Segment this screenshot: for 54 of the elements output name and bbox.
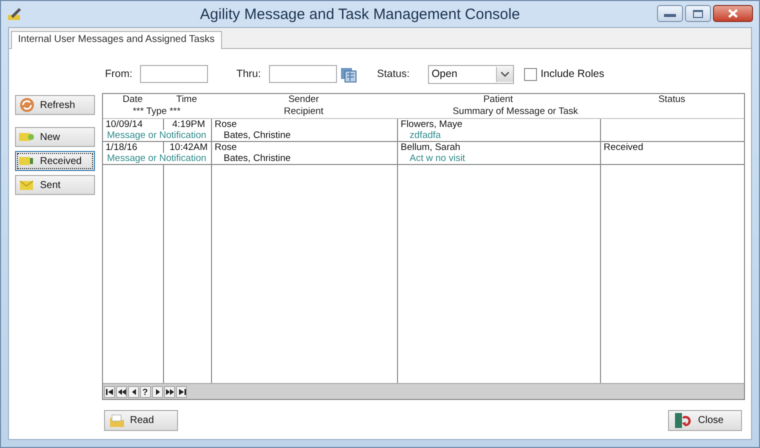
calendar-icon[interactable]	[340, 66, 357, 82]
close-button[interactable]: Close	[668, 410, 742, 431]
close-icon	[728, 9, 738, 18]
thru-label: Thru:	[236, 68, 261, 80]
table-cell: Bellum, Sarah	[396, 142, 600, 153]
from-label: From:	[105, 68, 132, 80]
table-cell-text: 10/09/14	[104, 119, 144, 130]
maximize-icon	[693, 10, 703, 18]
folder-icon	[109, 414, 125, 428]
refresh-button[interactable]: Refresh	[15, 95, 95, 115]
new-button[interactable]: New	[15, 127, 95, 147]
table-cell: Bates, Christine	[210, 153, 397, 164]
prev-button[interactable]	[128, 386, 139, 398]
column-header: Summary of Message or Task	[452, 106, 580, 118]
column-header: *** Type ***	[132, 106, 182, 118]
next-page-button[interactable]	[164, 386, 175, 398]
rewind-icon	[116, 386, 126, 396]
tab[interactable]: Internal User Messages and Assigned Tasks	[11, 31, 222, 49]
next-button[interactable]	[152, 386, 163, 398]
table-cell: Act w no visit	[396, 153, 600, 164]
column-header: Time	[175, 94, 198, 106]
last-page-icon	[176, 386, 186, 396]
column-header: Date	[122, 94, 144, 106]
column-header: Status	[657, 94, 686, 106]
help-button[interactable]: ?	[140, 386, 151, 398]
table-cell: Received	[600, 142, 744, 153]
status-dropdown[interactable]: Open	[428, 64, 514, 84]
table-cell: zdfadfa	[396, 130, 600, 141]
table-cell: Flowers, Maye	[396, 119, 600, 130]
refresh-icon	[19, 97, 35, 113]
minimize-button[interactable]	[657, 5, 683, 22]
prev-page-button[interactable]	[116, 386, 127, 398]
maximize-button[interactable]	[685, 5, 711, 22]
table-cell-text: 1/18/16	[104, 142, 138, 153]
table-cell: Bates, Christine	[210, 130, 397, 141]
door-exit-icon	[673, 412, 693, 430]
first-page-icon	[104, 386, 114, 396]
fast-forward-icon	[164, 386, 174, 396]
column-header: Recipient	[282, 106, 324, 118]
checkbox[interactable]	[524, 68, 537, 80]
from-date-field[interactable]	[140, 65, 208, 83]
first-button[interactable]	[104, 386, 115, 398]
checkbox-label: Include Roles	[540, 68, 604, 80]
status-label: Status:	[376, 68, 410, 80]
received-button[interactable]: Received	[15, 151, 95, 171]
app-icon	[7, 6, 23, 22]
close-button[interactable]	[713, 5, 753, 22]
chevron-down-icon	[500, 72, 509, 76]
thru-date-field[interactable]	[268, 65, 337, 83]
window-title: Agility Message and Task Management Console	[199, 6, 521, 22]
read-button[interactable]: Read	[104, 410, 178, 431]
sent-button[interactable]: Sent	[15, 175, 95, 195]
column-header: Sender	[287, 94, 320, 106]
column-header: Patient	[482, 94, 514, 106]
